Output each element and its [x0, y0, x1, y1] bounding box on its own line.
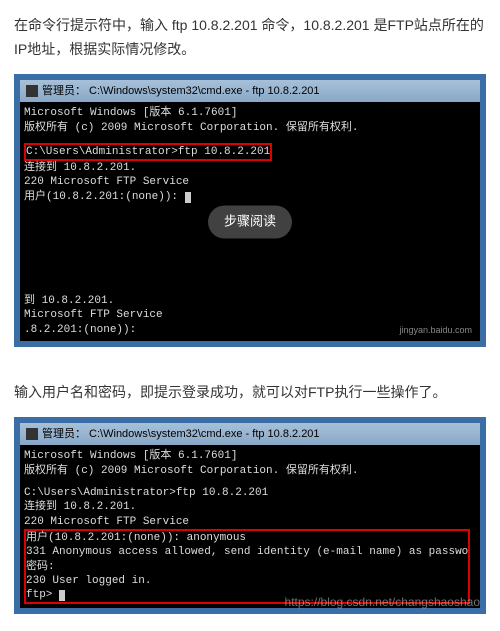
cursor-icon	[185, 192, 191, 203]
cmd-icon	[26, 85, 38, 97]
terminal-line: 版权所有 (c) 2009 Microsoft Corporation. 保留所…	[24, 464, 476, 478]
terminal-line: 到 10.8.2.201.	[24, 294, 476, 308]
terminal-line: 220 Microsoft FTP Service	[24, 175, 476, 189]
terminal-line: 230 User logged in.	[26, 574, 468, 588]
step-section-2: 输入用户名和密码，即提示登录成功，就可以对FTP执行一些操作了。 管理员： C:…	[14, 381, 486, 614]
terminal-line: 用户(10.8.2.201:(none)): anonymous	[26, 531, 468, 545]
terminal-line: Microsoft FTP Service	[24, 308, 476, 322]
terminal-line: 连接到 10.8.2.201.	[24, 500, 476, 514]
terminal-line: 密码:	[26, 560, 468, 574]
terminal-line: 220 Microsoft FTP Service	[24, 515, 476, 529]
terminal-line: 版权所有 (c) 2009 Microsoft Corporation. 保留所…	[24, 121, 476, 135]
highlight-box-1: C:\Users\Administrator>ftp 10.8.2.201	[24, 143, 272, 161]
screenshot-frame-1: 管理员： C:\Windows\system32\cmd.exe - ftp 1…	[14, 74, 486, 347]
window-titlebar-2: 管理员： C:\Windows\system32\cmd.exe - ftp 1…	[20, 423, 480, 446]
titlebar-text: 管理员： C:\Windows\system32\cmd.exe - ftp 1…	[42, 425, 320, 444]
page-watermark: https://blog.csdn.net/changshaoshao	[285, 592, 480, 612]
step-description-1: 在命令行提示符中，输入 ftp 10.8.2.201 命令，10.8.2.201…	[14, 14, 486, 62]
titlebar-text: 管理员： C:\Windows\system32\cmd.exe - ftp 1…	[42, 82, 320, 101]
window-titlebar-1: 管理员： C:\Windows\system32\cmd.exe - ftp 1…	[20, 80, 480, 103]
terminal-body-1: Microsoft Windows [版本 6.1.7601] 版权所有 (c)…	[20, 102, 480, 341]
terminal-line: 用户(10.8.2.201:(none)):	[24, 190, 476, 204]
step-section-1: 在命令行提示符中，输入 ftp 10.8.2.201 命令，10.8.2.201…	[14, 14, 486, 347]
step-read-button[interactable]: 步骤阅读	[208, 205, 292, 238]
screenshot-frame-2: 管理员： C:\Windows\system32\cmd.exe - ftp 1…	[14, 417, 486, 615]
step-description-2: 输入用户名和密码，即提示登录成功，就可以对FTP执行一些操作了。	[14, 381, 486, 405]
terminal-line: 连接到 10.8.2.201.	[24, 161, 476, 175]
watermark-text: jingyan.baidu.com	[399, 325, 472, 337]
terminal-line: 331 Anonymous access allowed, send ident…	[26, 545, 468, 559]
terminal-line: C:\Users\Administrator>ftp 10.8.2.201	[26, 145, 270, 159]
cmd-window-1: 管理员： C:\Windows\system32\cmd.exe - ftp 1…	[20, 80, 480, 341]
terminal-line: Microsoft Windows [版本 6.1.7601]	[24, 449, 476, 463]
terminal-line: Microsoft Windows [版本 6.1.7601]	[24, 106, 476, 120]
terminal-line: C:\Users\Administrator>ftp 10.8.2.201	[24, 486, 476, 500]
cursor-icon	[59, 590, 65, 601]
terminal-body-2: Microsoft Windows [版本 6.1.7601] 版权所有 (c)…	[20, 445, 480, 608]
cmd-window-2: 管理员： C:\Windows\system32\cmd.exe - ftp 1…	[20, 423, 480, 609]
cmd-icon	[26, 428, 38, 440]
